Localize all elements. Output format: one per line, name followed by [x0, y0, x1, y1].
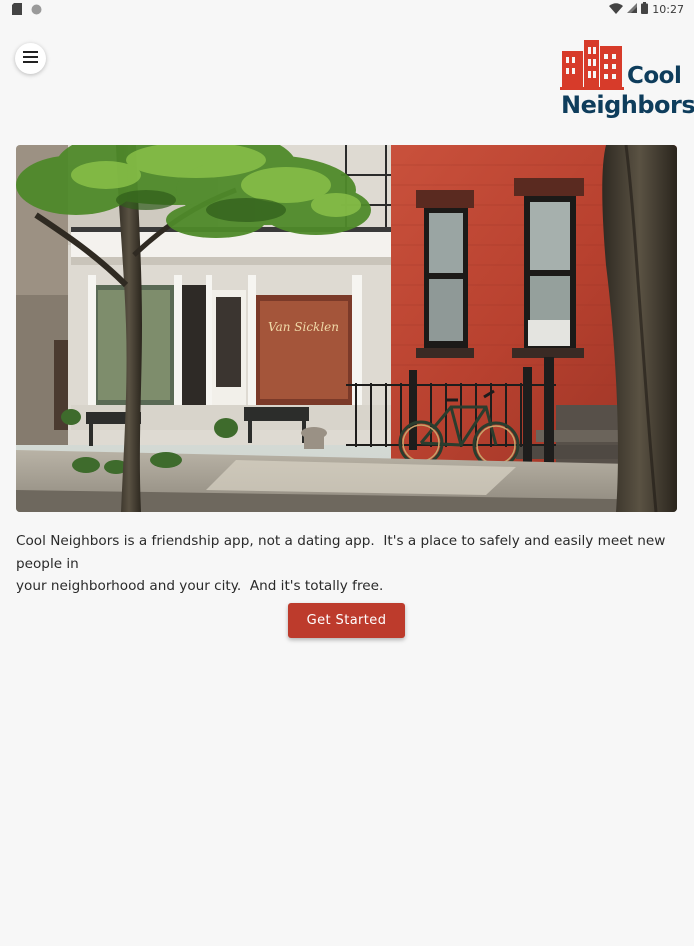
street-photo: Van Sicklen	[16, 145, 677, 512]
cell-signal-icon	[627, 3, 638, 16]
battery-icon	[641, 2, 649, 17]
logo-text-cool: Cool	[627, 63, 682, 89]
status-time: 10:27	[652, 3, 684, 16]
svg-text:Van Sicklen: Van Sicklen	[268, 320, 339, 334]
wifi-icon	[609, 2, 624, 17]
status-right: 10:27	[609, 2, 684, 17]
circle-icon	[31, 4, 42, 18]
status-left	[12, 3, 42, 18]
app-description: Cool Neighbors is a friendship app, not …	[16, 533, 666, 594]
menu-button[interactable]	[15, 43, 46, 74]
hero-image: Van Sicklen	[16, 145, 677, 512]
sd-card-icon	[12, 3, 22, 18]
get-started-button[interactable]: Get Started	[288, 603, 405, 638]
hamburger-menu-icon	[23, 50, 38, 68]
logo-text-neighbors: Neighbors	[561, 91, 694, 119]
status-bar: 10:27	[0, 0, 694, 18]
logo[interactable]: Cool Neighbors	[560, 38, 694, 124]
